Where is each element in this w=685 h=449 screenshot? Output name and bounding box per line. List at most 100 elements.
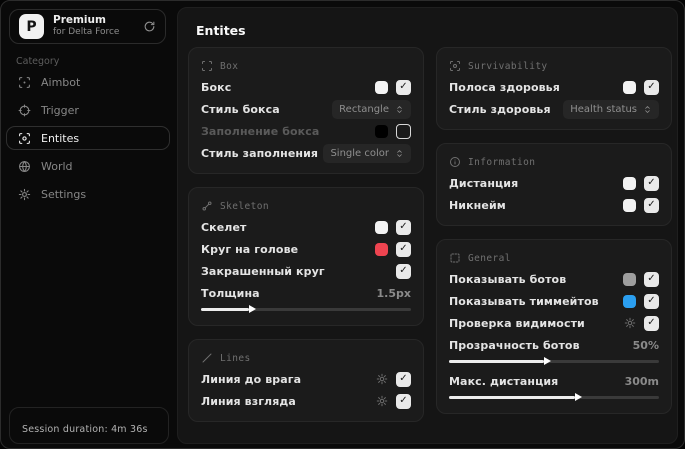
gear-icon[interactable] [624, 317, 636, 329]
setting-row: Линия до врага [201, 368, 411, 390]
setting-label: Макс. дистанция [449, 374, 559, 388]
color-swatch[interactable] [623, 294, 636, 308]
setting-row: Скелет [201, 216, 411, 238]
app-window: P Premium for Delta Force Category Aimbo… [0, 0, 685, 449]
checkbox[interactable] [644, 271, 659, 287]
sidebar-item-trigger[interactable]: Trigger [6, 98, 170, 122]
setting-label: Закрашенный круг [201, 264, 325, 278]
setting-label: Стиль заполнения [201, 146, 319, 160]
sidebar-item-entites[interactable]: Entites [6, 126, 170, 150]
gear-icon[interactable] [376, 395, 388, 407]
panel-header-label: Survivability [468, 60, 548, 72]
checkbox[interactable] [396, 371, 411, 387]
brand-subtitle: for Delta Force [53, 27, 120, 38]
left-column: Box Бокс Стиль бокса Rectangle [188, 47, 424, 435]
checkbox[interactable] [644, 175, 659, 191]
right-column: Survivability Полоса здоровья Стиль здор… [436, 47, 672, 435]
setting-label: Линия до врага [201, 372, 302, 386]
bot-opacity-slider[interactable] [449, 357, 659, 365]
panel-header-label: Lines [220, 352, 251, 364]
setting-row: Полоса здоровья [449, 76, 659, 98]
box-style-dropdown[interactable]: Rectangle [332, 99, 411, 119]
color-swatch[interactable] [623, 80, 636, 94]
setting-row: Заполнение бокса [201, 120, 411, 142]
category-label: Category [16, 56, 60, 67]
fill-style-dropdown[interactable]: Single color [323, 143, 411, 163]
sidebar-item-aimbot[interactable]: Aimbot [6, 70, 170, 94]
checkbox[interactable] [396, 123, 411, 139]
setting-label: Толщина [201, 286, 260, 300]
color-swatch[interactable] [623, 176, 636, 190]
checkbox[interactable] [644, 197, 659, 213]
session-duration: Session duration: 4m 36s [22, 424, 148, 435]
setting-label: Показывать тиммейтов [449, 294, 599, 308]
dashed-box-icon [449, 252, 461, 264]
health-style-dropdown[interactable]: Health status [563, 99, 659, 119]
setting-label: Стиль бокса [201, 102, 280, 116]
sidebar-item-label: Settings [41, 187, 87, 201]
dropdown-value: Health status [570, 103, 637, 115]
setting-label: Скелет [201, 220, 247, 234]
sidebar-item-world[interactable]: World [6, 154, 170, 178]
checkbox[interactable] [396, 219, 411, 235]
checkbox[interactable] [644, 79, 659, 95]
setting-row: Дистанция [449, 172, 659, 194]
panel-header-label: Box [220, 60, 239, 72]
checkbox[interactable] [644, 315, 659, 331]
panel-lines: Lines Линия до врага Линия взгляда [188, 339, 424, 422]
slider-thumb[interactable] [575, 393, 582, 401]
line-icon [201, 352, 213, 364]
checkbox[interactable] [396, 241, 411, 257]
setting-row: Стиль здоровья Health status [449, 98, 659, 120]
checkbox[interactable] [644, 293, 659, 309]
main-content: Entites Box Бокс ✓ Стиль бокса Rectangle… [177, 7, 678, 444]
panel-information: Information Дистанция Никнейм [436, 143, 672, 226]
panel-header-label: Information [468, 156, 536, 168]
panel-general: General Показывать ботов Показывать тимм… [436, 239, 672, 414]
setting-row: Макс. дистанция 300m [449, 370, 659, 392]
sidebar-item-label: Trigger [41, 103, 79, 117]
checkbox[interactable] [396, 79, 411, 95]
color-swatch[interactable] [375, 80, 388, 94]
dropdown-value: Single color [330, 147, 389, 159]
color-swatch[interactable] [623, 198, 636, 212]
setting-row: Никнейм [449, 194, 659, 216]
thickness-slider[interactable] [201, 305, 411, 313]
setting-row: Стиль бокса Rectangle [201, 98, 411, 120]
sidebar-item-settings[interactable]: Settings [6, 182, 170, 206]
chevrons-up-down-icon [643, 105, 652, 114]
color-swatch[interactable] [375, 242, 388, 256]
gear-icon [18, 188, 31, 201]
gear-icon[interactable] [376, 373, 388, 385]
globe-icon [18, 160, 31, 173]
refresh-icon[interactable] [143, 20, 156, 33]
setting-label: Бокс [201, 80, 232, 94]
scan-eye-icon [18, 132, 31, 145]
setting-label: Дистанция [449, 176, 519, 190]
chevrons-up-down-icon [395, 105, 404, 114]
setting-row: Толщина 1.5px [201, 282, 411, 304]
slider-thumb[interactable] [543, 357, 551, 365]
setting-label: Прозрачность ботов [449, 338, 580, 352]
setting-row: Проверка видимости [449, 312, 659, 334]
slider-value: 1.5px [376, 286, 411, 300]
scan-circle-icon [449, 60, 461, 72]
brand-logo: P [19, 14, 44, 39]
panel-survivability: Survivability Полоса здоровья Стиль здор… [436, 47, 672, 130]
color-swatch[interactable] [375, 220, 388, 234]
setting-row: Прозрачность ботов 50% [449, 334, 659, 356]
panel-header-label: Skeleton [220, 200, 269, 212]
checkbox[interactable] [396, 393, 411, 409]
setting-label: Круг на голове [201, 242, 299, 256]
max-distance-slider[interactable] [449, 393, 659, 401]
setting-row: Круг на голове [201, 238, 411, 260]
color-swatch[interactable] [623, 272, 636, 286]
box-icon [201, 60, 213, 72]
scan-icon [18, 76, 31, 89]
setting-row: Бокс [201, 76, 411, 98]
checkbox[interactable] [396, 263, 411, 279]
slider-thumb[interactable] [249, 305, 257, 313]
setting-row: Закрашенный круг [201, 260, 411, 282]
color-swatch[interactable] [375, 124, 388, 138]
setting-label: Показывать ботов [449, 272, 567, 286]
